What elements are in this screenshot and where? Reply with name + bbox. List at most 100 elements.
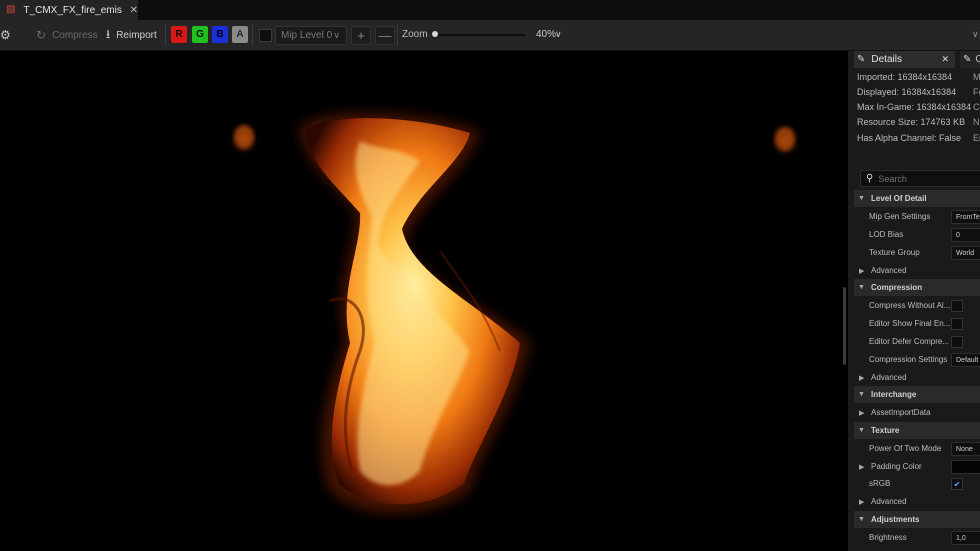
texture-icon: ▧ <box>6 4 16 15</box>
prop-compression-settings: Compression Settings Default <box>854 351 980 368</box>
zoom-label: Zoom <box>402 29 428 40</box>
toolbar-divider <box>252 24 253 46</box>
subsection-advanced-lod[interactable]: ▶ Advanced <box>854 262 980 279</box>
channel-blue-button[interactable]: B <box>212 26 228 43</box>
prop-compress-without-alpha: Compress Without Al... <box>854 297 980 314</box>
category-interchange[interactable]: ▼ Interchange <box>854 386 980 403</box>
info-resource-size: Resource Size: 174763 KB <box>857 117 966 127</box>
second-panel-tab-label: C <box>975 54 980 65</box>
mip-gen-settings-dropdown[interactable]: FromTe <box>951 210 980 224</box>
info-displayed: Displayed: 16384x16384 <box>857 87 957 97</box>
brightness-input[interactable]: 1,0 <box>951 531 980 545</box>
info-max-in-game: Max In-Game: 16384x16384 <box>857 102 972 112</box>
lod-bias-input[interactable]: 0 <box>951 228 980 242</box>
editor-defer-compression-checkbox[interactable] <box>951 336 963 348</box>
compress-button[interactable]: ↻ Compress <box>36 20 98 50</box>
power-of-two-mode-dropdown[interactable]: None <box>951 442 980 456</box>
second-panel-tab[interactable]: ✎ C <box>960 51 980 68</box>
expand-arrow-icon: ▼ <box>858 284 865 291</box>
info-right-column: Nu <box>973 117 980 127</box>
close-details-icon[interactable]: ✕ <box>941 54 949 65</box>
category-compression[interactable]: ▼ Compression <box>854 279 980 296</box>
category-texture[interactable]: ▼ Texture <box>854 422 980 439</box>
mip-decrease-button[interactable]: — <box>375 26 395 45</box>
info-right-column: M <box>973 72 980 82</box>
asset-tab-label: T_CMX_FX_fire_emissiv... <box>23 4 122 16</box>
toolbar: ⚙ ↻ Compress ⭳ Reimport R G B A Mip Leve… <box>0 20 980 51</box>
collapse-arrow-icon: ▶ <box>859 267 865 275</box>
mip-increase-button[interactable]: + <box>351 26 371 45</box>
prop-texture-group: Texture Group World <box>854 244 980 261</box>
texture-group-dropdown[interactable]: World <box>951 246 980 260</box>
details-tab[interactable]: ✎ Details ✕ <box>854 51 955 68</box>
compression-settings-dropdown[interactable]: Default <box>951 353 980 367</box>
zoom-value[interactable]: 40% <box>536 29 556 40</box>
info-right-column: En <box>973 133 980 143</box>
subsection-asset-import-data[interactable]: ▶ AssetImportData <box>854 404 980 421</box>
close-tab-icon[interactable]: ✕ <box>130 5 138 16</box>
info-right-column: Co <box>973 102 980 112</box>
prop-srgb: sRGB ✔ <box>854 475 980 492</box>
prop-lod-bias: LOD Bias 0 <box>854 226 980 243</box>
padding-color-swatch[interactable] <box>951 460 980 474</box>
pencil-icon: ✎ <box>857 54 866 65</box>
expand-arrow-icon: ▼ <box>858 391 865 398</box>
compress-icon: ↻ <box>36 28 47 42</box>
toolbar-divider <box>165 24 166 46</box>
details-tab-label: Details <box>871 54 902 65</box>
compress-without-alpha-checkbox[interactable] <box>951 300 963 312</box>
expand-arrow-icon: ▼ <box>858 516 865 523</box>
category-level-of-detail[interactable]: ▼ Level Of Detail <box>854 190 980 207</box>
reimport-label: Reimport <box>116 29 157 41</box>
details-panel: ✎ Details ✕ ✎ C Imported: 16384x16384 Di… <box>854 51 980 551</box>
expand-arrow-icon: ▼ <box>858 427 865 434</box>
reimport-button[interactable]: ⭳ Reimport <box>106 20 157 50</box>
channel-green-button[interactable]: G <box>192 26 208 43</box>
channel-alpha-button[interactable]: A <box>232 26 248 43</box>
title-bar: ▧ T_CMX_FX_fire_emissiv... ✕ <box>0 0 980 20</box>
fire-texture-preview <box>226 112 803 514</box>
mip-level-dropdown[interactable]: Mip Level 0 ∨ <box>275 26 347 45</box>
search-icon: ⚲ <box>866 173 874 184</box>
zoom-chevron-down-icon[interactable]: ∨ <box>555 29 562 40</box>
prop-editor-show-final-encode: Editor Show Final En... <box>854 315 980 332</box>
details-search[interactable]: ⚲ <box>860 170 980 187</box>
info-alpha-channel: Has Alpha Channel: False <box>857 133 962 143</box>
fire-wisp-left-core <box>234 125 254 149</box>
toolbar-overflow-chevron-icon[interactable]: ∨ <box>972 29 979 40</box>
subsection-advanced-texture[interactable]: ▶ Advanced <box>854 493 980 510</box>
collapse-arrow-icon: ▶ <box>859 409 865 417</box>
collapse-arrow-icon: ▶ <box>859 498 865 506</box>
checkmark-icon: ✔ <box>953 479 961 489</box>
category-adjustments[interactable]: ▼ Adjustments <box>854 511 980 528</box>
settings-gear-icon[interactable]: ⚙ <box>0 20 12 50</box>
mip-level-label: Mip Level 0 <box>281 30 333 41</box>
prop-editor-defer-compression: Editor Defer Compre... <box>854 333 980 350</box>
zoom-slider-handle[interactable] <box>431 31 438 37</box>
subsection-advanced-compression[interactable]: ▶ Advanced <box>854 369 980 386</box>
subsection-padding-color[interactable]: ▶ Padding Color <box>854 458 980 475</box>
details-search-input[interactable] <box>878 173 969 184</box>
zoom-slider-track[interactable] <box>433 34 525 36</box>
toolbar-divider <box>397 24 398 46</box>
mip-level-checkbox[interactable] <box>259 29 272 42</box>
srgb-checkbox[interactable]: ✔ <box>951 478 963 490</box>
compress-label: Compress <box>52 29 98 41</box>
collapse-arrow-icon: ▶ <box>859 374 865 382</box>
texture-viewport[interactable] <box>0 51 848 551</box>
info-right-column: Fo <box>973 87 980 97</box>
chevron-down-icon: ∨ <box>333 30 340 40</box>
prop-power-of-two-mode: Power Of Two Mode None <box>854 440 980 457</box>
asset-tab[interactable]: ▧ T_CMX_FX_fire_emissiv... ✕ <box>0 0 138 20</box>
prop-brightness: Brightness 1,0 <box>854 529 980 546</box>
collapse-arrow-icon: ▶ <box>859 463 865 471</box>
fire-wisp-right-core <box>775 127 795 151</box>
prop-mip-gen-settings: Mip Gen Settings FromTe <box>854 208 980 225</box>
viewport-scrollbar[interactable] <box>843 287 846 365</box>
info-imported: Imported: 16384x16384 <box>857 72 953 82</box>
expand-arrow-icon: ▼ <box>858 195 865 202</box>
channel-red-button[interactable]: R <box>171 26 187 43</box>
pencil-icon: ✎ <box>963 54 972 65</box>
editor-show-final-encode-checkbox[interactable] <box>951 318 963 330</box>
reimport-icon: ⭳ <box>106 26 111 41</box>
